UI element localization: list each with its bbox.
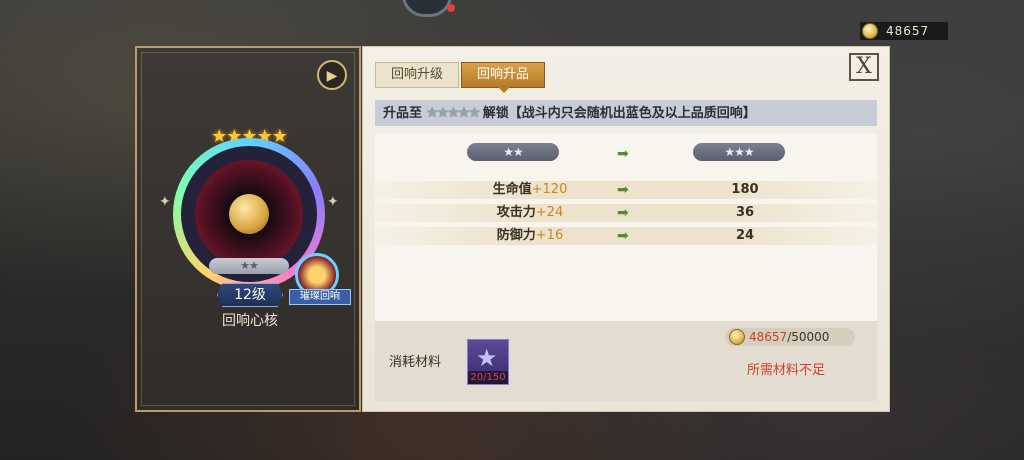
stat-row-hp: 生命值+120 ➡ 180 — [375, 181, 877, 199]
insufficient-materials-text: 所需材料不足 — [747, 363, 826, 378]
play-icon[interactable]: ▶ — [317, 60, 347, 90]
arrow-right-icon: ➡ — [617, 146, 629, 162]
next-rank-pill: ★★★ — [693, 143, 785, 161]
material-item[interactable]: ★ 20/150 — [467, 339, 509, 385]
stat-row-atk: 攻击力+24 ➡ 36 — [375, 204, 877, 222]
star-crystal-icon: ★ — [476, 344, 498, 372]
tab-echo-promote[interactable]: 回响升品 — [461, 62, 545, 93]
stat-new-value: 36 — [735, 205, 755, 220]
gold-cost: 48657/50000 — [725, 328, 855, 346]
unlock-prefix: 升品至 — [383, 106, 423, 121]
arrow-right-icon: ➡ — [617, 228, 629, 244]
currency-amount: 48657 — [886, 24, 930, 38]
unlock-info-bar: 升品至 ★★★★★ 解锁【战斗内只会随机出蓝色及以上品质回响】 — [375, 100, 877, 126]
stat-label: 攻击力 — [496, 205, 536, 220]
tab-echo-upgrade[interactable]: 回响升级 — [375, 62, 459, 88]
coin-icon — [862, 23, 878, 39]
unlock-stars: ★★★★★ — [426, 105, 481, 121]
notification-dot — [447, 4, 455, 12]
materials-label: 消耗材料 — [389, 355, 442, 370]
sparkle-icon: ✦ — [159, 194, 171, 210]
brilliant-echo-tag: 璀璨回响 — [289, 289, 351, 305]
stat-bonus: +24 — [535, 205, 564, 220]
current-rank-pill: ★★ — [467, 143, 559, 161]
sparkle-icon: ✦ — [327, 194, 339, 210]
currency-display: 48657 — [860, 22, 948, 40]
item-name: 回响心核 — [222, 313, 278, 329]
stat-new-value: 24 — [735, 228, 755, 243]
item-detail-panel: ▶ ★★★★★ ✦ ✦ ★★ 12级 回响心核 璀璨回响 — [135, 46, 361, 412]
materials-section: 消耗材料 ★ 20/150 48657/50000 所需材料不足 — [375, 321, 877, 401]
arrow-right-icon: ➡ — [617, 182, 629, 198]
cost-need: /50000 — [787, 330, 830, 344]
stat-bonus: +16 — [535, 228, 564, 243]
stat-new-value: 180 — [731, 182, 759, 197]
rank-comparison-row: ★★ ➡ ★★★ — [375, 141, 877, 165]
echo-core-art — [195, 160, 303, 268]
level-badge: 12级 — [217, 283, 283, 307]
close-button[interactable]: X — [849, 53, 879, 81]
coin-emblem-icon — [229, 194, 269, 234]
material-count: 20/150 — [468, 371, 508, 384]
stat-label: 防御力 — [496, 228, 536, 243]
coin-icon — [729, 329, 745, 345]
promotion-panel: 回响升级 回响升品 X 升品至 ★★★★★ 解锁【战斗内只会随机出蓝色及以上品质回响… — [362, 46, 890, 412]
cost-have: 48657 — [749, 330, 788, 344]
stats-comparison: ★★ ➡ ★★★ 生命值+120 ➡ 180 攻击力+24 ➡ 36 防御力+1… — [375, 133, 877, 321]
unlock-text: 解锁【战斗内只会随机出蓝色及以上品质回响】 — [482, 106, 756, 121]
stat-label: 生命值 — [492, 182, 532, 197]
rank-stars: ★★ — [209, 258, 289, 274]
stat-bonus: +120 — [531, 182, 568, 197]
arrow-right-icon: ➡ — [617, 205, 629, 221]
stat-row-def: 防御力+16 ➡ 24 — [375, 227, 877, 245]
